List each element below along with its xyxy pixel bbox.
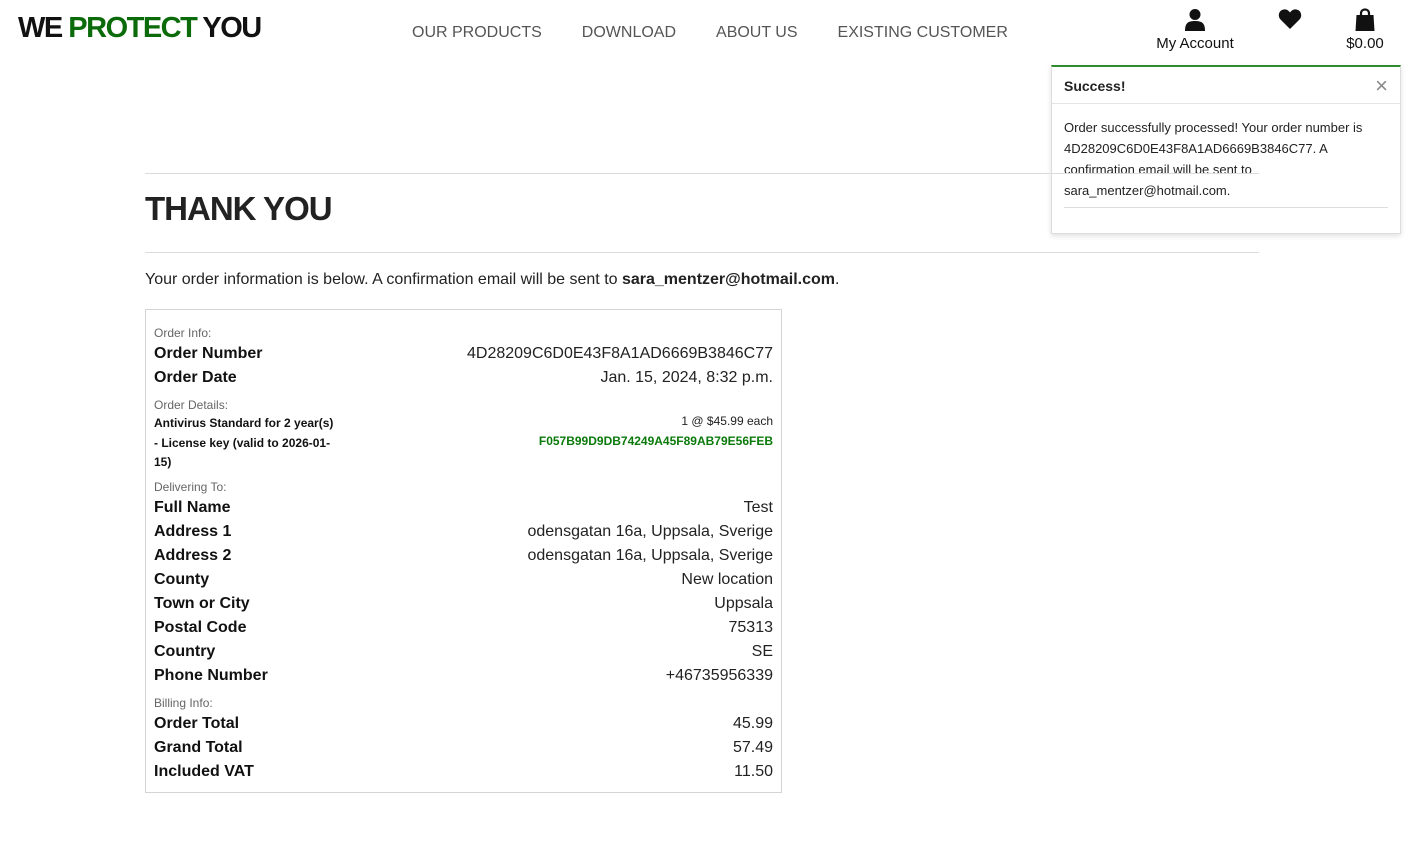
phone-value: +46735956339 <box>665 667 773 684</box>
full-name-value: Test <box>743 499 773 516</box>
order-total-label: Order Total <box>154 715 240 732</box>
order-date-label: Order Date <box>154 369 237 386</box>
vat-value: 11.50 <box>734 763 773 780</box>
nav-existing-customer[interactable]: EXISTING CUSTOMER <box>838 24 1008 42</box>
address1-value: odensgatan 16a, Uppsala, Sverige <box>527 523 773 540</box>
country-label: Country <box>154 643 216 660</box>
order-date-value: Jan. 15, 2024, 8:32 p.m. <box>600 369 773 386</box>
logo-text-protect: PROTECT <box>68 12 198 44</box>
nav-our-products[interactable]: OUR PRODUCTS <box>412 24 542 42</box>
wishlist-button[interactable] <box>1276 8 1304 33</box>
shopping-bag-button[interactable]: $0.00 <box>1338 8 1392 52</box>
site-header: WE PROTECT YOU OUR PRODUCTS DOWNLOAD ABO… <box>0 0 1411 64</box>
section-label: Order Info: <box>154 326 212 340</box>
item-name: Antivirus Standard for 2 year(s) - Licen… <box>154 416 334 469</box>
postal-code-value: 75313 <box>728 619 774 636</box>
item-quantity-price: 1 @ $45.99 each <box>681 414 773 428</box>
order-summary: Order Info: Order Number 4D28209C6D0E43F… <box>145 309 782 793</box>
bag-total: $0.00 <box>1346 35 1384 52</box>
divider-bottom <box>145 252 1259 253</box>
town-value: Uppsala <box>714 595 773 612</box>
intro-text: Your order information is below. A confi… <box>145 271 839 289</box>
toast-title: Success! <box>1064 78 1126 94</box>
section-order-info: Order Info: <box>154 324 773 342</box>
my-account-button[interactable]: My Account <box>1150 8 1240 52</box>
order-total-value: 45.99 <box>732 715 773 732</box>
order-number-value: 4D28209C6D0E43F8A1AD6669B3846C77 <box>467 345 773 362</box>
address2-value: odensgatan 16a, Uppsala, Sverige <box>527 547 773 564</box>
order-number-label: Order Number <box>154 345 263 362</box>
section-label: Billing Info: <box>154 696 213 710</box>
success-toast: Success! × Order successfully processed!… <box>1051 65 1401 234</box>
full-name-label: Full Name <box>154 499 231 516</box>
logo-text-we: WE <box>18 12 69 44</box>
divider-top <box>145 173 1259 174</box>
heart-icon <box>1278 9 1302 30</box>
section-label: Delivering To: <box>154 480 227 494</box>
phone-label: Phone Number <box>154 667 268 684</box>
address1-label: Address 1 <box>154 523 232 540</box>
section-label: Order Details: <box>154 398 229 412</box>
toast-header: Success! × <box>1052 67 1400 104</box>
address2-label: Address 2 <box>154 547 232 564</box>
my-account-label: My Account <box>1156 35 1234 52</box>
license-key: F057B99D9DB74249A45F89AB79E56FEB <box>538 434 773 448</box>
nav-about-us[interactable]: ABOUT US <box>716 24 798 42</box>
county-value: New location <box>681 571 773 588</box>
postal-code-label: Postal Code <box>154 619 247 636</box>
toast-divider <box>1064 207 1388 208</box>
town-label: Town or City <box>154 595 250 612</box>
grand-total-value: 57.49 <box>732 739 773 756</box>
nav-download[interactable]: DOWNLOAD <box>582 24 676 42</box>
section-billing-info: Billing Info: <box>154 694 773 712</box>
customer-email: sara_mentzer@hotmail.com <box>621 271 835 288</box>
county-label: County <box>154 571 210 588</box>
intro-message: Your order information is below. A confi… <box>145 271 622 288</box>
section-delivering-to: Delivering To: <box>154 478 773 496</box>
site-logo[interactable]: WE PROTECT YOU <box>18 12 262 45</box>
user-icon <box>1185 9 1205 31</box>
main-nav: OUR PRODUCTS DOWNLOAD ABOUT US EXISTING … <box>412 24 1008 42</box>
shopping-bag-icon <box>1355 8 1375 31</box>
logo-text-you: YOU <box>196 12 262 44</box>
toast-message: Order successfully processed! Your order… <box>1064 120 1363 198</box>
vat-label: Included VAT <box>154 763 254 780</box>
intro-end: . <box>835 271 840 288</box>
page-title: THANK YOU <box>145 190 333 227</box>
country-value: SE <box>751 643 773 660</box>
section-order-details: Order Details: <box>154 396 773 414</box>
grand-total-label: Grand Total <box>154 739 243 756</box>
close-icon[interactable]: × <box>1375 73 1388 99</box>
